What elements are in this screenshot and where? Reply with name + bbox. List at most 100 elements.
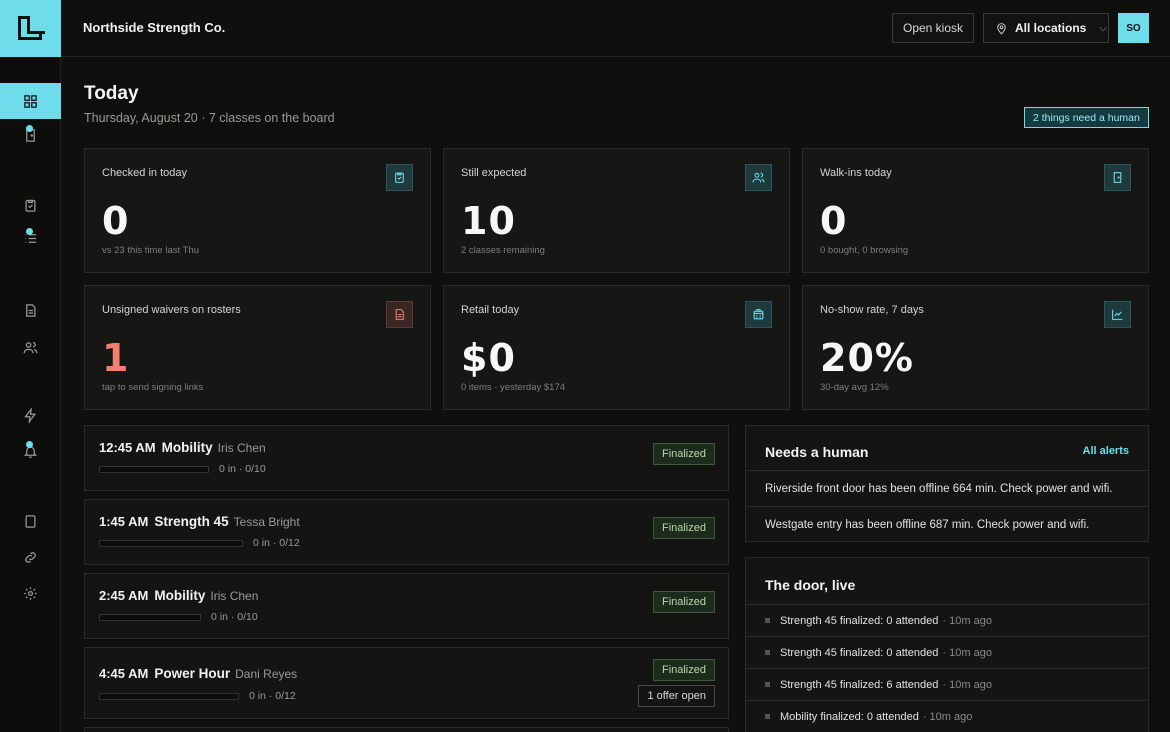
stat-card-unsigned-waivers[interactable]: Unsigned waivers on rosters 1 tap to sen… <box>84 285 431 410</box>
nav-members[interactable] <box>0 329 61 365</box>
document-icon <box>386 301 413 328</box>
stat-footnote: vs 23 this time last Thu <box>102 245 199 256</box>
offer-badge[interactable]: 1 offer open <box>638 685 715 707</box>
stat-value: 10 <box>461 199 516 243</box>
stat-value: 0 <box>102 199 130 243</box>
stat-card-no-show-rate[interactable]: No-show rate, 7 days 20% 30-day avg 12% <box>802 285 1149 410</box>
stat-card-walk-ins[interactable]: Walk-ins today 0 0 bought, 0 browsing <box>802 148 1149 273</box>
feed-item: Strength 45 finalized: 0 attended · 10m a… <box>746 636 1148 668</box>
attendance-count: 0 in · 0/12 <box>253 537 300 549</box>
feed-text: Strength 45 finalized: 0 attended <box>780 614 939 627</box>
stat-value: 1 <box>102 336 130 380</box>
status-badge: Finalized <box>652 443 715 465</box>
stat-card-checked-in[interactable]: Checked in today 0 vs 23 this time last … <box>84 148 431 273</box>
stat-title: Checked in today <box>102 167 187 179</box>
panel-title: Needs a human <box>765 444 869 460</box>
gear-icon <box>24 586 37 600</box>
page-title: Today <box>84 83 139 104</box>
trend-chart-icon <box>1104 301 1131 328</box>
nav-kiosk[interactable] <box>0 117 61 153</box>
alerts-badge[interactable]: 2 things need a human <box>1024 107 1149 128</box>
class-row[interactable]: 2:45 AM Mobility Iris Chen 0 in · 0/10 Fin… <box>84 573 729 639</box>
class-name: Strength 45 <box>154 514 229 529</box>
class-header: 4:45 AM Power Hour Dani Reyes <box>99 666 297 681</box>
needs-human-panel: Needs a human All alerts Riverside front… <box>745 425 1149 542</box>
status-badge: Finalized <box>652 591 715 613</box>
attendance-count: 0 in · 0/12 <box>249 690 296 702</box>
alert-item[interactable]: Riverside front door has been offline 66… <box>746 470 1148 506</box>
stat-title: Retail today <box>461 304 520 316</box>
feed-time: · 10m ago <box>922 710 973 723</box>
chevron-down-icon: ⌵ <box>1099 22 1107 34</box>
page-subtitle: Thursday, August 20 · 7 classes on the b… <box>84 111 335 125</box>
stat-value: 20% <box>820 336 914 380</box>
bullet-icon <box>765 714 770 719</box>
users-icon <box>745 164 772 191</box>
nav-roster[interactable] <box>0 220 61 256</box>
attendance-bar <box>99 693 239 700</box>
nav-alerts-badge <box>26 441 33 448</box>
sidebar-nav <box>0 57 61 732</box>
class-row[interactable] <box>84 727 729 732</box>
status-badge: Finalized <box>652 659 715 681</box>
lightning-icon <box>24 407 37 423</box>
nav-integrations[interactable] <box>0 539 61 575</box>
feed-text: Mobility finalized: 0 attended <box>780 710 919 723</box>
class-row[interactable]: 1:45 AM Strength 45 Tessa Bright 0 in · 0/… <box>84 499 729 565</box>
class-name: Mobility <box>161 440 213 455</box>
stat-footnote: 30-day avg 12% <box>820 382 889 393</box>
status-badge: Finalized <box>652 517 715 539</box>
feed-text: Strength 45 finalized: 0 attended <box>780 646 939 659</box>
grid-icon <box>24 94 37 108</box>
open-kiosk-button[interactable]: Open kiosk <box>892 13 974 43</box>
class-name: Mobility <box>154 588 206 603</box>
user-avatar[interactable]: SO <box>1118 13 1149 43</box>
feed-item: Mobility finalized: 0 attended · 10m ago <box>746 700 1148 732</box>
class-row[interactable]: 4:45 AM Power Hour Dani Reyes 0 in · 0/12 … <box>84 647 729 719</box>
stat-card-retail[interactable]: Retail today $0 0 items · yesterday $174 <box>443 285 790 410</box>
stat-footnote: 0 items · yesterday $174 <box>461 382 566 393</box>
class-name: Power Hour <box>154 666 231 681</box>
stat-value: $0 <box>461 336 516 380</box>
attendance-count: 0 in · 0/10 <box>211 611 258 623</box>
attendance-count: 0 in · 0/10 <box>219 463 266 475</box>
class-time: 12:45 AM <box>99 440 156 455</box>
clipboard-check-icon <box>386 164 413 191</box>
door-icon <box>1104 164 1131 191</box>
feed-text: Strength 45 finalized: 6 attended <box>780 678 939 691</box>
class-time: 4:45 AM <box>99 666 149 681</box>
nav-waivers[interactable] <box>0 292 61 328</box>
alert-item[interactable]: Westgate entry has been offline 687 min.… <box>746 506 1148 542</box>
app-logo[interactable] <box>0 0 61 57</box>
nav-alerts[interactable] <box>0 433 61 469</box>
link-icon <box>25 551 36 563</box>
class-coach: Tessa Bright <box>233 515 300 529</box>
feed-item: Strength 45 finalized: 6 attended · 10m a… <box>746 668 1148 700</box>
door-live-panel: The door, live Strength 45 finalized: 0 … <box>745 557 1149 732</box>
location-selector[interactable]: All locations ⌵ <box>983 13 1109 43</box>
stat-value: 0 <box>820 199 848 243</box>
attendance-bar <box>99 540 243 547</box>
class-row[interactable]: 12:45 AM Mobility Iris Chen 0 in · 0/10 Fi… <box>84 425 729 491</box>
stat-footnote: 0 bought, 0 browsing <box>820 245 909 256</box>
users-icon <box>23 341 38 353</box>
class-time: 1:45 AM <box>99 514 149 529</box>
bullet-icon <box>765 618 770 623</box>
stat-title: Walk-ins today <box>820 167 892 179</box>
stat-card-still-expected[interactable]: Still expected 10 2 classes remaining <box>443 148 790 273</box>
feed-item: Strength 45 finalized: 0 attended · 10m a… <box>746 604 1148 636</box>
bullet-icon <box>765 682 770 687</box>
feed-time: · 10m ago <box>942 646 992 659</box>
all-alerts-link[interactable]: All alerts <box>1083 445 1129 457</box>
nav-checkins[interactable] <box>0 187 61 223</box>
nav-dashboard[interactable] <box>0 83 61 119</box>
tablet-icon <box>25 514 36 528</box>
nav-settings[interactable] <box>0 575 61 611</box>
nav-devices[interactable] <box>0 503 61 539</box>
class-header: 12:45 AM Mobility Iris Chen <box>99 440 266 455</box>
class-header: 2:45 AM Mobility Iris Chen <box>99 588 258 603</box>
org-name: Northside Strength Co. <box>83 20 226 35</box>
logo-icon <box>18 16 45 40</box>
nav-automations[interactable] <box>0 397 61 433</box>
location-label: All locations <box>1015 21 1087 35</box>
